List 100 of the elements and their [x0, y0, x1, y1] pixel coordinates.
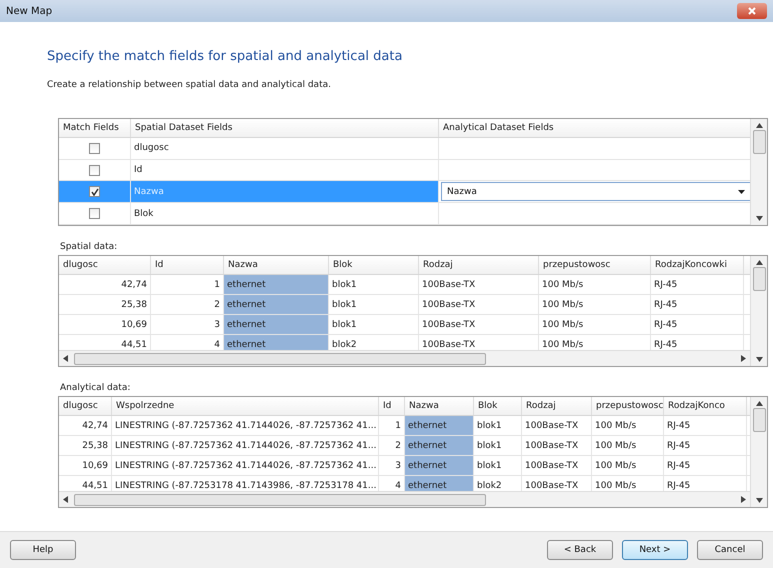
help-button[interactable]: Help: [10, 540, 76, 560]
dropdown-arrow-icon: [738, 190, 745, 194]
table-cell: 100 Mb/s: [592, 416, 664, 435]
field-name: Blok: [134, 208, 154, 219]
field-name: Id: [134, 165, 142, 176]
table-cell: 100Base-TX: [522, 416, 592, 435]
table-cell: RJ-45: [651, 315, 744, 334]
column-header[interactable]: Blok: [474, 397, 522, 415]
column-header[interactable]: Nazwa: [405, 397, 474, 415]
table-cell: 42,74: [59, 416, 112, 435]
column-header[interactable]: Nazwa: [224, 256, 329, 274]
table-cell: 100 Mb/s: [539, 295, 651, 314]
table-cell: LINESTRING (-87.7257362 41.7144026, -87.7257362 41...: [112, 416, 379, 435]
right-arrow-icon: [741, 496, 746, 503]
column-header[interactable]: RodzajKoncowki: [651, 256, 744, 274]
table-cell: ethernet: [224, 275, 329, 294]
checkbox[interactable]: [89, 142, 100, 154]
column-header[interactable]: dlugosc: [59, 397, 112, 415]
checkbox[interactable]: [89, 208, 100, 220]
match-row[interactable]: Id: [59, 160, 750, 182]
table-cell: blok1: [474, 456, 522, 475]
scroll-thumb[interactable]: [752, 130, 766, 154]
column-header[interactable]: przepustowosc: [539, 256, 651, 274]
table-cell: ethernet: [224, 335, 329, 350]
column-header[interactable]: Id: [379, 397, 405, 415]
scroll-thumb[interactable]: [752, 408, 766, 432]
table-cell: 100Base-TX: [419, 315, 539, 334]
table-cell: 42,74: [59, 275, 151, 294]
match-row[interactable]: Blok: [59, 203, 750, 225]
description-text: Create a relationship between spatial data and analytical data.: [47, 80, 332, 90]
table-cell: RJ-45: [664, 416, 747, 435]
table-cell: RJ-45: [664, 436, 747, 455]
table-cell: 100 Mb/s: [539, 315, 651, 334]
close-button[interactable]: [737, 3, 767, 19]
table-cell: RJ-45: [651, 275, 744, 294]
section-label: Analytical data:: [60, 383, 132, 393]
down-arrow-icon: [756, 357, 762, 362]
wizard-button[interactable]: < Back: [547, 540, 613, 560]
table-cell: 100 Mb/s: [539, 275, 651, 294]
table-cell: 100Base-TX: [522, 436, 592, 455]
checkbox[interactable]: [89, 164, 100, 176]
field-name: Nazwa: [134, 186, 164, 197]
analytical-field-dropdown[interactable]: Nazwa: [441, 182, 750, 202]
column-header[interactable]: Spatial Dataset Fields: [131, 119, 439, 137]
table-cell: 100 Mb/s: [592, 456, 664, 475]
page-heading: Specify the match fields for spatial and analytical data: [47, 49, 404, 64]
column-header[interactable]: Id: [151, 256, 224, 274]
table-cell: LINESTRING (-87.7257362 41.7144026, -87.7257362 41...: [112, 436, 379, 455]
table-cell: ethernet: [405, 436, 474, 455]
match-row[interactable]: Nazwa Nazwa: [59, 181, 750, 204]
column-header[interactable]: przepustowosc: [592, 397, 664, 415]
vertical-scrollbar[interactable]: [750, 397, 767, 507]
table-cell: 100 Mb/s: [592, 436, 664, 455]
close-icon: [748, 7, 756, 15]
table-cell: 25,38: [59, 436, 112, 455]
column-header[interactable]: RodzajKonco: [664, 397, 747, 415]
scroll-thumb[interactable]: [74, 352, 486, 364]
table-cell: 100Base-TX: [522, 456, 592, 475]
up-arrow-icon: [756, 401, 762, 406]
scroll-thumb[interactable]: [752, 267, 766, 291]
column-header[interactable]: Blok: [329, 256, 419, 274]
table-cell: 25,38: [59, 295, 151, 314]
window-title: New Map: [6, 6, 52, 16]
column-header[interactable]: Rodzaj: [522, 397, 592, 415]
table-cell: blok1: [329, 315, 419, 334]
column-header[interactable]: Match Fields: [59, 119, 131, 137]
wizard-button[interactable]: Cancel: [697, 540, 763, 560]
column-header[interactable]: Wspolrzedne: [112, 397, 379, 415]
table-cell: blok1: [474, 416, 522, 435]
table-cell: blok1: [329, 275, 419, 294]
table-cell: ethernet: [405, 416, 474, 435]
column-header[interactable]: dlugosc: [59, 256, 151, 274]
down-arrow-icon: [756, 498, 762, 503]
table-cell: 100Base-TX: [419, 275, 539, 294]
horizontal-scrollbar[interactable]: [59, 350, 750, 366]
horizontal-scrollbar[interactable]: [59, 491, 750, 507]
table-cell: RJ-45: [651, 295, 744, 314]
table-cell: ethernet: [224, 295, 329, 314]
table-cell: ethernet: [405, 456, 474, 475]
table-cell: 10,69: [59, 315, 151, 334]
table-cell: ethernet: [224, 315, 329, 334]
field-name: dlugosc: [134, 143, 169, 154]
table-cell: LINESTRING (-87.7257362 41.7144026, -87.7257362 41...: [112, 456, 379, 475]
right-arrow-icon: [741, 355, 746, 362]
checkbox[interactable]: [89, 186, 100, 198]
table-cell: RJ-45: [664, 456, 747, 475]
wizard-button[interactable]: Next >: [622, 540, 688, 560]
left-arrow-icon: [63, 355, 68, 362]
table-cell: ethernet: [405, 476, 474, 491]
up-arrow-icon: [756, 260, 762, 265]
column-header[interactable]: Rodzaj: [419, 256, 539, 274]
section-label: Spatial data:: [60, 242, 118, 252]
table-cell: 10,69: [59, 456, 112, 475]
table-cell: 100Base-TX: [419, 295, 539, 314]
left-arrow-icon: [63, 496, 68, 503]
scroll-thumb[interactable]: [74, 494, 486, 506]
match-row[interactable]: dlugosc: [59, 138, 750, 160]
up-arrow-icon: [756, 123, 762, 128]
vertical-scrollbar[interactable]: [750, 256, 767, 366]
vertical-scrollbar[interactable]: [750, 119, 767, 225]
